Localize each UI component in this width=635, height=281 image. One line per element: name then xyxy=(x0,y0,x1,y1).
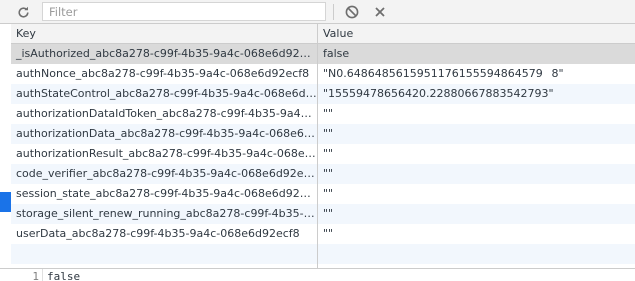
row-key: authorizationDataIdToken_abc8a278-c99f-4… xyxy=(16,107,317,120)
storage-table: Key Value _isAuthorized_abc8a278-c99f-4b… xyxy=(0,24,635,268)
preview-gutter xyxy=(42,269,43,281)
row-key: _isAuthorized_abc8a278-c99f-4b35-9a4c-06… xyxy=(16,47,317,60)
row-key: code_verifier_abc8a278-c99f-4b35-9a4c-06… xyxy=(16,167,317,180)
toolbar-divider xyxy=(333,4,334,20)
row-value: "" xyxy=(323,207,334,220)
preview-line-number: 1 xyxy=(32,270,39,281)
preview-text[interactable]: false xyxy=(47,270,80,281)
value-preview-pane: 1 false xyxy=(0,268,635,281)
focus-indicator xyxy=(0,192,11,212)
row-value: "" xyxy=(323,127,334,140)
row-key: userData_abc8a278-c99f-4b35-9a4c-068e6d9… xyxy=(16,227,300,240)
column-resizer[interactable] xyxy=(317,24,318,268)
row-key: storage_silent_renew_running_abc8a278-c9… xyxy=(16,207,317,220)
clear-all-icon[interactable] xyxy=(343,3,361,21)
filter-input[interactable] xyxy=(42,2,326,21)
row-key: authNonce_abc8a278-c99f-4b35-9a4c-068e6d… xyxy=(16,67,310,80)
row-value: "" xyxy=(323,227,334,240)
row-key: authorizationData_abc8a278-c99f-4b35-9a4… xyxy=(16,127,317,140)
column-header-value[interactable]: Value xyxy=(318,24,618,44)
delete-selected-icon[interactable] xyxy=(371,3,389,21)
refresh-icon[interactable] xyxy=(14,3,32,21)
row-value: "N0.64864856159511761555948645798" xyxy=(323,67,564,80)
row-value: "" xyxy=(323,107,334,120)
row-gutter xyxy=(0,24,11,268)
row-value: false xyxy=(323,47,350,60)
toolbar xyxy=(0,0,635,24)
row-key: authorizationResult_abc8a278-c99f-4b35-9… xyxy=(16,147,317,160)
row-value: "" xyxy=(323,147,334,160)
row-value: "15559478656420.22880667883542793" xyxy=(323,87,554,100)
row-value: "" xyxy=(323,187,334,200)
row-value: "" xyxy=(323,167,334,180)
row-key: session_state_abc8a278-c99f-4b35-9a4c-06… xyxy=(16,187,317,200)
column-header-key[interactable]: Key xyxy=(11,24,317,44)
row-key: authStateControl_abc8a278-c99f-4b35-9a4c… xyxy=(16,87,317,100)
